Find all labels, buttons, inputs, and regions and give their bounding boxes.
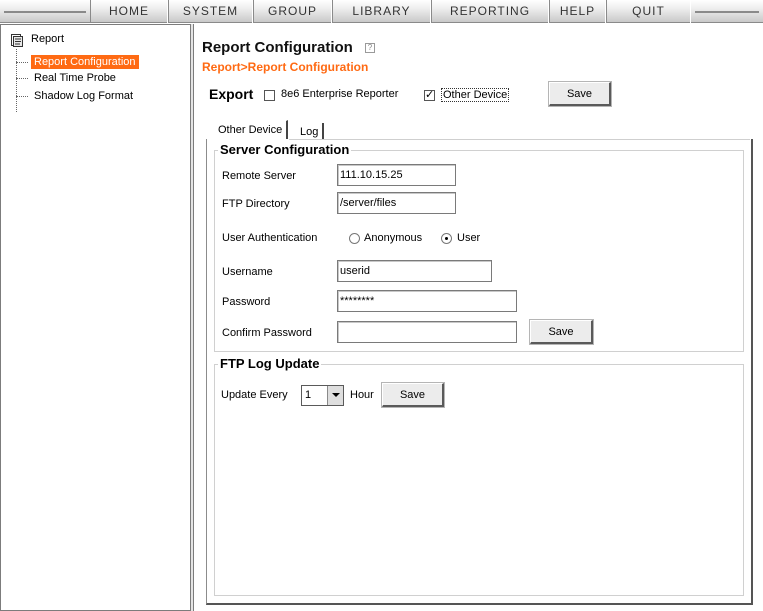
ftp-log-update-group <box>214 364 744 596</box>
user-radio[interactable] <box>441 233 452 244</box>
report-folder-icon <box>11 34 23 47</box>
update-hour-select[interactable]: 1 <box>301 385 344 406</box>
ftp-directory-label: FTP Directory <box>222 198 290 210</box>
menu-help[interactable]: HELP <box>549 0 606 23</box>
enterprise-reporter-label: 8e6 Enterprise Reporter <box>281 88 399 100</box>
update-hour-value: 1 <box>305 389 312 401</box>
server-save-button[interactable]: Save <box>530 320 593 344</box>
tree-branch-line <box>16 62 28 63</box>
username-input[interactable] <box>337 260 492 282</box>
menu-reporting[interactable]: REPORTING <box>431 0 549 23</box>
update-every-label: Update Every <box>221 389 288 401</box>
menu-divider <box>695 11 759 13</box>
sidebar-splitter[interactable] <box>190 24 194 611</box>
anonymous-radio[interactable] <box>349 233 360 244</box>
anonymous-radio-label: Anonymous <box>364 232 423 244</box>
confirm-password-input[interactable] <box>337 321 517 343</box>
remote-server-label: Remote Server <box>222 170 296 182</box>
password-label: Password <box>222 296 271 308</box>
password-input[interactable] <box>337 290 517 312</box>
export-label: Export <box>209 86 254 102</box>
sidebar-item-label: Report Configuration <box>31 55 139 69</box>
ftp-directory-input[interactable] <box>337 192 456 214</box>
server-configuration-legend: Server Configuration <box>218 142 352 157</box>
menu-system[interactable]: SYSTEM <box>168 0 253 23</box>
user-radio-label: User <box>457 232 481 244</box>
tree-branch-line <box>16 96 28 97</box>
other-device-checkbox[interactable]: ✓ <box>424 90 435 101</box>
sidebar-item-label: Shadow Log Format <box>34 90 134 102</box>
breadcrumb: Report>Report Configuration <box>202 60 369 74</box>
ftp-log-save-button[interactable]: Save <box>382 383 444 407</box>
confirm-password-label: Confirm Password <box>222 327 312 339</box>
menu-divider <box>4 11 86 13</box>
export-save-button[interactable]: Save <box>549 82 611 106</box>
menu-home[interactable]: HOME <box>90 0 168 23</box>
remote-server-input[interactable] <box>337 164 456 186</box>
tab-log[interactable]: Log <box>295 123 325 140</box>
menu-quit[interactable]: QUIT <box>606 0 691 23</box>
tree-branch-line <box>16 78 28 79</box>
enterprise-reporter-checkbox[interactable] <box>264 90 275 101</box>
help-icon[interactable]: ? <box>365 43 375 53</box>
user-authentication-label: User Authentication <box>222 232 318 244</box>
top-menu-bar: HOME SYSTEM GROUP LIBRARY REPORTING HELP… <box>0 0 763 23</box>
sidebar-item-label: Real Time Probe <box>34 72 116 84</box>
ftp-log-update-legend: FTP Log Update <box>218 356 322 371</box>
username-label: Username <box>222 266 273 278</box>
page-title: Report Configuration <box>202 39 353 56</box>
chevron-down-icon[interactable] <box>327 386 343 405</box>
tab-other-device[interactable]: Other Device <box>214 120 289 139</box>
menu-group[interactable]: GROUP <box>253 0 332 23</box>
other-device-label: Other Device <box>441 88 510 102</box>
sidebar-tree: Report Report Configuration Real Time Pr… <box>0 24 192 611</box>
tree-connector <box>16 49 17 112</box>
hour-label: Hour <box>350 389 374 401</box>
menu-library[interactable]: LIBRARY <box>332 0 431 23</box>
tree-root-label: Report <box>31 33 65 45</box>
